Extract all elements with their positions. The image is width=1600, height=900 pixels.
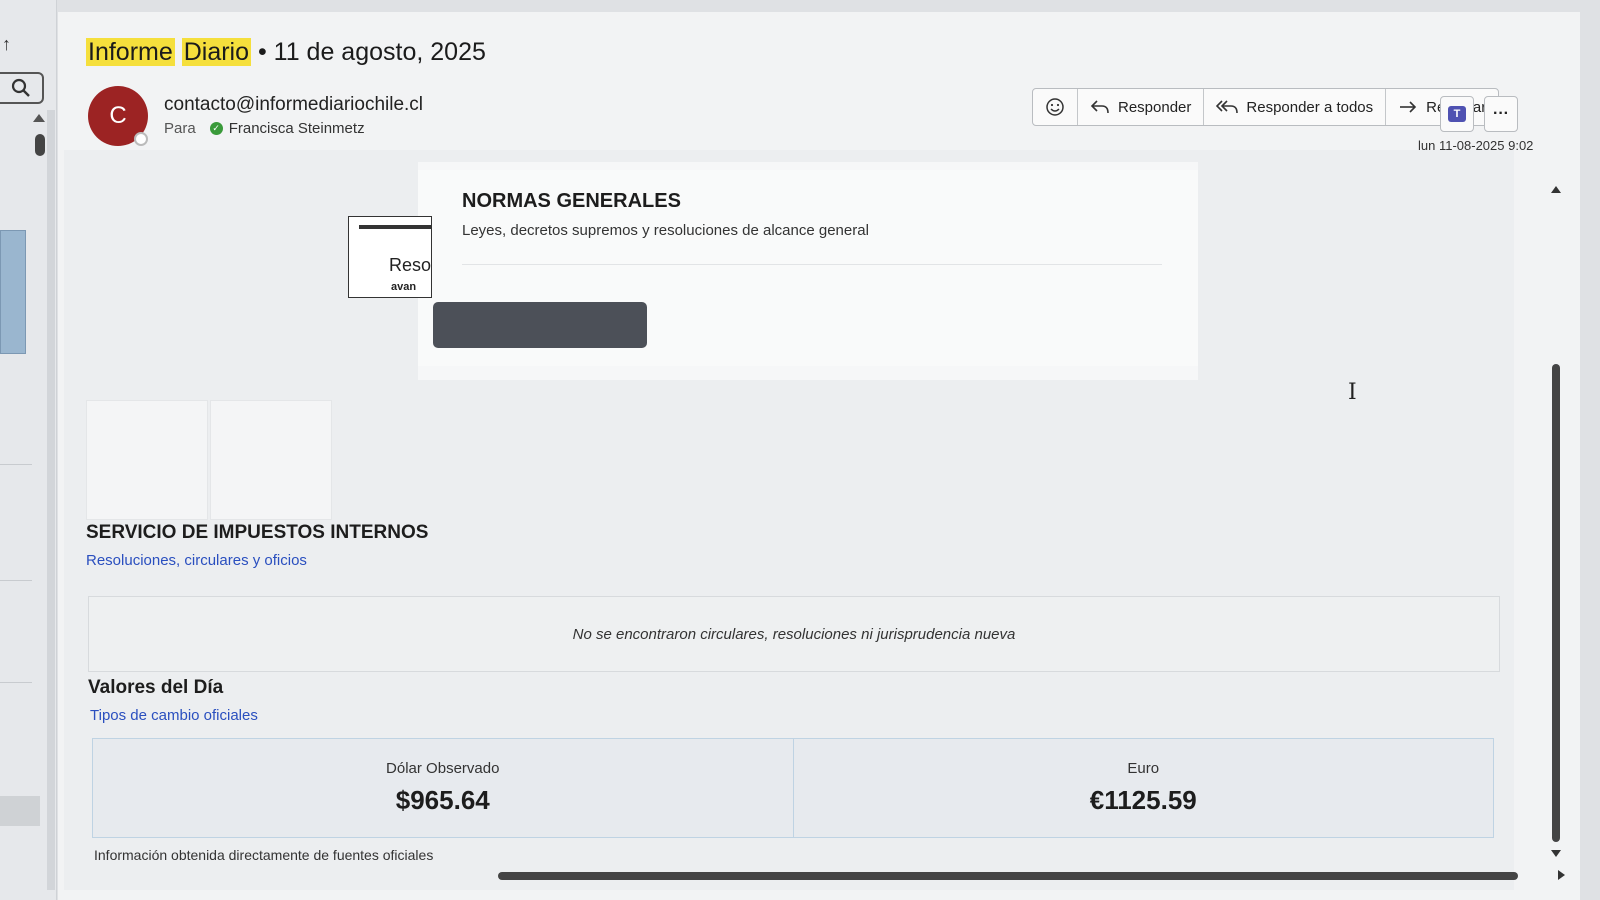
sii-link[interactable]: Resoluciones, circulares y oficios <box>86 552 307 569</box>
emoji-reaction-button[interactable] <box>1033 89 1078 125</box>
valores-title: Valores del Día <box>88 677 224 698</box>
teams-share-button[interactable]: T <box>1440 96 1474 132</box>
scroll-right-icon[interactable] <box>1558 870 1565 880</box>
rate-label: Euro <box>1127 760 1160 777</box>
rail-scrollbar-track[interactable] <box>47 110 55 890</box>
rate-value: €1125.59 <box>1089 785 1197 815</box>
subject-highlight-1: Informe <box>86 38 175 66</box>
scrollbar-thumb[interactable] <box>1552 364 1560 842</box>
arrow-up-icon[interactable]: ↑ <box>2 34 11 55</box>
reply-icon <box>1090 100 1109 114</box>
image-text-1: Reso <box>389 255 432 275</box>
sii-empty-message: No se encontraron circulares, resolucion… <box>572 625 1016 643</box>
normas-title: NORMAS GENERALES <box>462 190 681 212</box>
more-actions-button[interactable]: ··· <box>1484 96 1518 132</box>
scroll-up-icon[interactable] <box>1551 186 1561 193</box>
rate-value: $965.64 <box>395 785 490 815</box>
rail-scrollbar-thumb[interactable] <box>35 134 45 156</box>
normas-subtitle: Leyes, decretos supremos y resoluciones … <box>462 222 869 239</box>
image-frame-bar <box>359 225 431 229</box>
image-text-2: avan <box>391 281 417 293</box>
normas-divider <box>462 264 1162 265</box>
rail-scroll-up-icon[interactable] <box>33 114 45 122</box>
scroll-down-icon[interactable] <box>1551 850 1561 857</box>
recipient-line: Para ✓ Francisca Steinmetz <box>164 120 365 137</box>
message-actions-toolbar: Responder Responder a todos Reenviar <box>1032 88 1500 126</box>
reply-button[interactable]: Responder <box>1078 89 1205 125</box>
teams-icon: T <box>1448 106 1466 122</box>
rail-divider <box>0 580 32 581</box>
normas-action-button[interactable] <box>433 302 647 348</box>
sii-empty-box: No se encontraron circulares, resolucion… <box>88 596 1500 672</box>
reply-all-button[interactable]: Responder a todos <box>1204 89 1387 125</box>
exchange-rate-dolar: Dólar Observado $965.64 <box>93 739 793 837</box>
rail-divider <box>0 682 32 683</box>
sii-section-title: SERVICIO DE IMPUESTOS INTERNOS <box>86 522 429 543</box>
smiley-icon <box>1046 98 1064 116</box>
recipient-name[interactable]: Francisca Steinmetz <box>229 120 365 137</box>
email-subject: Informe Diario • 11 de agosto, 2025 <box>86 38 486 67</box>
reply-all-label: Responder a todos <box>1246 98 1374 116</box>
exchange-rate-euro: Euro €1125.59 <box>792 739 1494 837</box>
rate-label: Dólar Observado <box>386 760 500 777</box>
subject-date: • 11 de agosto, 2025 <box>251 38 486 66</box>
to-label: Para <box>164 120 196 137</box>
selected-folder-indicator[interactable] <box>0 230 26 354</box>
left-rail: ↑ <box>0 0 57 900</box>
search-button[interactable] <box>0 72 44 104</box>
verified-check-icon: ✓ <box>209 122 223 135</box>
valores-link[interactable]: Tipos de cambio oficiales <box>90 707 258 724</box>
presence-status-icon <box>134 132 148 146</box>
rail-item[interactable] <box>0 796 40 826</box>
search-icon <box>11 78 30 97</box>
text-cursor-icon: I <box>1348 380 1357 405</box>
rail-divider <box>0 464 32 465</box>
vertical-scrollbar[interactable] <box>1548 168 1564 858</box>
reply-all-icon <box>1216 100 1239 114</box>
horizontal-scrollbar[interactable] <box>498 872 1518 880</box>
broken-image-thumbnail[interactable]: Reso avan <box>348 216 432 298</box>
image-placeholder <box>86 400 208 520</box>
sender-address[interactable]: contacto@informediariochile.cl <box>164 94 423 116</box>
reply-label: Responder <box>1118 98 1192 116</box>
subject-highlight-2: Diario <box>181 38 252 66</box>
forward-icon <box>1400 101 1417 113</box>
reading-pane: Informe Diario • 11 de agosto, 2025 C co… <box>58 12 1580 900</box>
image-placeholder <box>210 400 332 520</box>
exchange-rates-table: Dólar Observado $965.64 Euro €1125.59 <box>92 738 1494 838</box>
source-footer: Información obtenida directamente de fue… <box>94 847 434 863</box>
